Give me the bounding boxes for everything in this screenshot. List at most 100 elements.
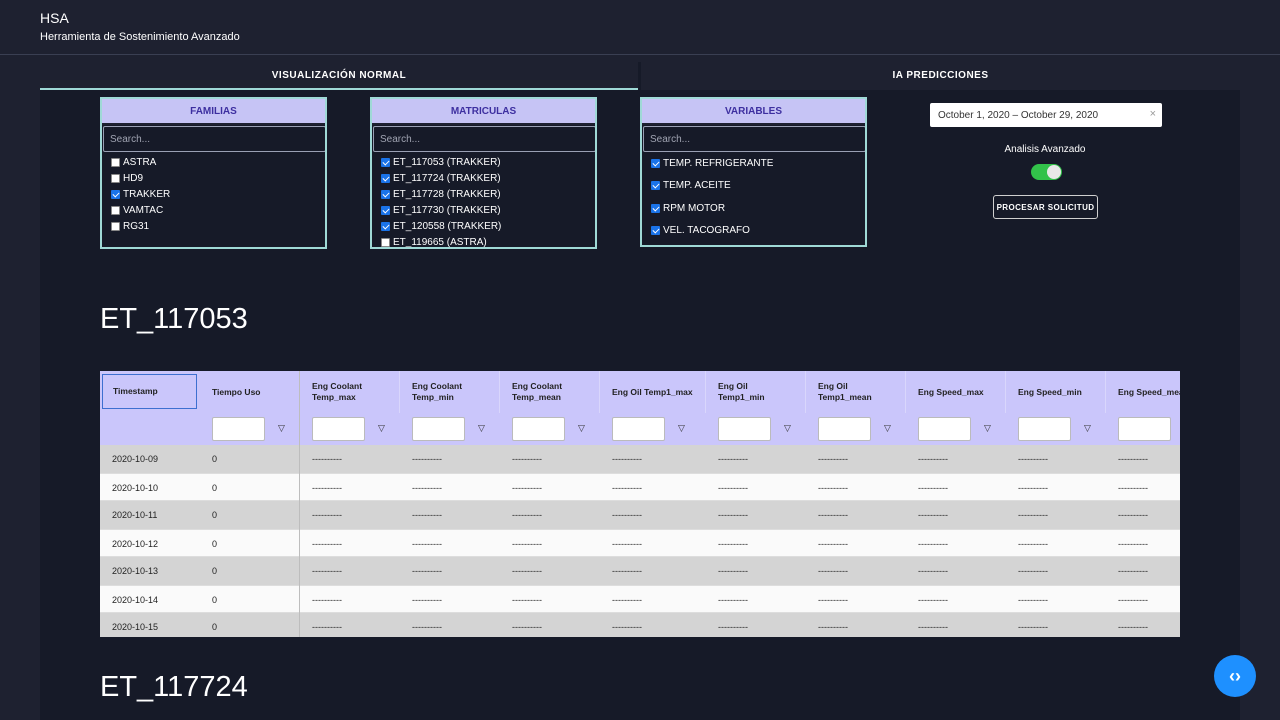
familias-search-input[interactable]	[103, 126, 325, 152]
date-range-picker[interactable]: October 1, 2020 – October 29, 2020 ×	[930, 103, 1162, 127]
filter-icon[interactable]: ▽	[984, 423, 991, 434]
variable-option[interactable]: VEL. TACOGRAFO	[651, 220, 865, 243]
matricula-option[interactable]: ET_117053 (TRAKKER)	[381, 154, 595, 170]
section-title-vehicle-2: ET_117724	[100, 671, 248, 703]
variable-option[interactable]: TEMP. ACEITE	[651, 175, 865, 198]
table-cell: ----------	[312, 539, 342, 549]
familia-option-label: VAMTAC	[123, 204, 164, 216]
advanced-analysis-toggle[interactable]	[1031, 164, 1062, 180]
column-filter-input[interactable]	[818, 417, 871, 441]
checkbox[interactable]	[111, 157, 120, 167]
matriculas-search-input[interactable]	[373, 126, 595, 152]
toggle-knob	[1047, 165, 1061, 179]
table-cell: ----------	[1018, 454, 1048, 464]
table-row[interactable]: 2020-10-12 0 ---------- ---------- ---------…	[100, 529, 1180, 557]
checkbox[interactable]	[381, 205, 390, 215]
table-cell: ----------	[612, 595, 642, 605]
checkbox[interactable]	[111, 189, 120, 199]
column-filter-input[interactable]	[512, 417, 565, 441]
table-cell: 0	[212, 454, 218, 464]
column-header[interactable]: Eng Speed_min	[1006, 371, 1106, 413]
table-cell: ----------	[818, 566, 848, 576]
checkbox[interactable]	[651, 158, 660, 168]
column-filter-input[interactable]	[1018, 417, 1071, 441]
filter-icon[interactable]: ▽	[278, 423, 285, 434]
checkbox[interactable]	[381, 173, 390, 183]
matricula-option[interactable]: ET_117728 (TRAKKER)	[381, 186, 595, 202]
familia-option[interactable]: RG31	[111, 218, 325, 234]
table-row[interactable]: 2020-10-14 0 ---------- ---------- ---------…	[100, 585, 1180, 613]
variable-option[interactable]: RPM MOTOR	[651, 197, 865, 220]
tab-bar: VISUALIZACIÓN NORMAL IA PREDICCIONES	[40, 62, 1240, 90]
checkbox[interactable]	[111, 173, 120, 183]
familia-option[interactable]: VAMTAC	[111, 202, 325, 218]
column-header[interactable]: Timestamp	[102, 374, 197, 409]
column-header[interactable]: Eng Speed_mean	[1106, 371, 1180, 413]
table-header-row: Timestamp Tiempo Uso Eng Coolant Temp_max E…	[100, 371, 1180, 413]
column-header[interactable]: Eng Oil Temp1_mean	[806, 371, 906, 413]
familia-option[interactable]: HD9	[111, 170, 325, 186]
table-cell: ----------	[512, 454, 542, 464]
table-cell: 2020-10-15	[112, 622, 159, 632]
matricula-option-label: ET_117730 (TRAKKER)	[393, 204, 501, 216]
column-filter-input[interactable]	[312, 417, 365, 441]
column-header[interactable]: Eng Coolant Temp_max	[300, 371, 400, 413]
app-subtitle: Herramienta de Sostenimiento Avanzado	[40, 31, 240, 43]
column-header[interactable]: Eng Coolant Temp_mean	[500, 371, 600, 413]
column-divider	[299, 371, 300, 637]
variables-search-input[interactable]	[643, 126, 865, 152]
matricula-option[interactable]: ET_117730 (TRAKKER)	[381, 202, 595, 218]
checkbox[interactable]	[111, 205, 120, 215]
table-cell: ----------	[818, 595, 848, 605]
table-row[interactable]: 2020-10-11 0 ---------- ---------- ---------…	[100, 501, 1180, 529]
table-cell: 2020-10-14	[112, 595, 159, 605]
matricula-option[interactable]: ET_119665 (ASTRA)	[381, 234, 595, 247]
table-cell: 2020-10-09	[112, 454, 159, 464]
filter-icon[interactable]: ▽	[784, 423, 791, 434]
matriculas-header: MATRICULAS	[372, 99, 595, 125]
table-row[interactable]: 2020-10-13 0 ---------- ---------- ---------…	[100, 557, 1180, 585]
checkbox[interactable]	[651, 203, 660, 213]
familia-option[interactable]: TRAKKER	[111, 186, 325, 202]
tab-ia-predicciones[interactable]: IA PREDICCIONES	[641, 62, 1240, 90]
table-row[interactable]: 2020-10-09 0 ---------- ---------- ---------…	[100, 445, 1180, 473]
filter-icon[interactable]: ▽	[1084, 423, 1091, 434]
checkbox[interactable]	[651, 226, 660, 236]
column-header[interactable]: Eng Coolant Temp_min	[400, 371, 500, 413]
familia-option[interactable]: ASTRA	[111, 154, 325, 170]
column-header[interactable]: Eng Speed_max	[906, 371, 1006, 413]
table-cell: ----------	[412, 622, 442, 632]
table-row[interactable]: 2020-10-15 0 ---------- ---------- ---------…	[100, 613, 1180, 637]
checkbox[interactable]	[111, 221, 120, 231]
table-row[interactable]: 2020-10-10 0 ---------- ---------- ---------…	[100, 473, 1180, 501]
code-icon[interactable]: ‹›	[1214, 655, 1256, 697]
filter-icon[interactable]: ▽	[578, 423, 585, 434]
checkbox[interactable]	[651, 181, 660, 191]
column-filter-input[interactable]	[412, 417, 465, 441]
checkbox[interactable]	[381, 189, 390, 199]
filter-icon[interactable]: ▽	[678, 423, 685, 434]
filter-icon[interactable]: ▽	[378, 423, 385, 434]
variable-option[interactable]: TEMP. REFRIGERANTE	[651, 152, 865, 175]
column-filter-input[interactable]	[918, 417, 971, 441]
table-cell: ----------	[312, 510, 342, 520]
process-request-button[interactable]: PROCESAR SOLICITUD	[993, 195, 1098, 219]
checkbox[interactable]	[381, 157, 390, 167]
tab-visualizacion-normal[interactable]: VISUALIZACIÓN NORMAL	[40, 62, 638, 90]
filter-icon[interactable]: ▽	[478, 423, 485, 434]
checkbox[interactable]	[381, 221, 390, 231]
filter-icon[interactable]: ▽	[884, 423, 891, 434]
matricula-option[interactable]: ET_120558 (TRAKKER)	[381, 218, 595, 234]
clear-date-icon[interactable]: ×	[1150, 108, 1156, 120]
variable-option-label: VEL. TACOGRAFO	[663, 225, 750, 237]
checkbox[interactable]	[381, 237, 390, 247]
matriculas-options: ET_117053 (TRAKKER) ET_117724 (TRAKKER) ET…	[372, 152, 595, 247]
column-filter-input[interactable]	[1118, 417, 1171, 441]
column-header[interactable]: Eng Oil Temp1_min	[706, 371, 806, 413]
column-header[interactable]: Eng Oil Temp1_max	[600, 371, 706, 413]
column-filter-input[interactable]	[612, 417, 665, 441]
column-filter-input[interactable]	[212, 417, 265, 441]
column-header[interactable]: Tiempo Uso	[200, 371, 300, 413]
column-filter-input[interactable]	[718, 417, 771, 441]
matricula-option[interactable]: ET_117724 (TRAKKER)	[381, 170, 595, 186]
